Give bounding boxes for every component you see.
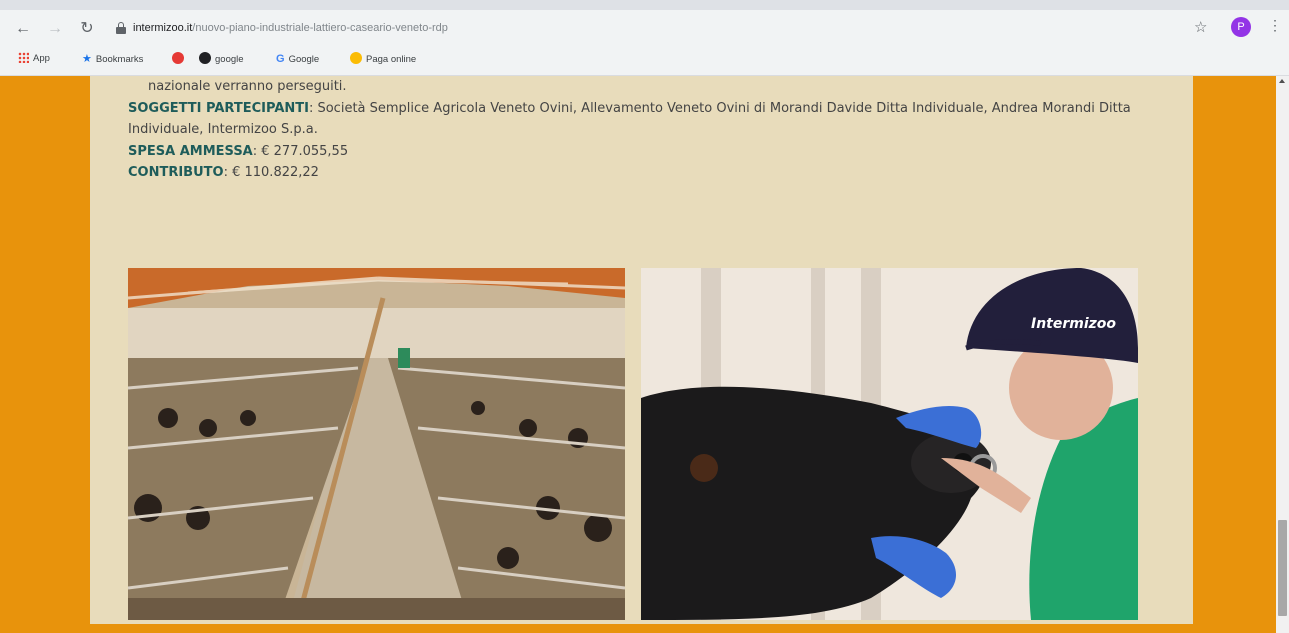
star-icon: ★ — [82, 53, 92, 65]
forward-icon[interactable]: → — [44, 18, 66, 40]
bookmark-label: google — [215, 54, 244, 65]
bookmark-star-icon[interactable]: ☆ — [1194, 18, 1207, 36]
scroll-thumb[interactable] — [1278, 520, 1287, 616]
article-text: nazionale verranno perseguiti. SOGGETTI … — [128, 76, 1178, 184]
contributo: CONTRIBUTO: € 110.822,22 — [128, 162, 1178, 184]
url-path: /nuovo-piano-industriale-lattiero-casear… — [192, 22, 448, 34]
bookmark-label: Bookmarks — [95, 54, 144, 65]
article-content: nazionale verranno perseguiti. SOGGETTI … — [90, 76, 1193, 624]
barn-photo — [128, 268, 625, 620]
paga-online-icon — [350, 52, 362, 64]
spesa-label: SPESA AMMESSA — [128, 143, 253, 159]
back-icon[interactable]: ← — [12, 18, 34, 40]
bookmark-apps[interactable]: App — [18, 52, 50, 66]
reload-icon[interactable]: ↻ — [76, 18, 98, 40]
address-bar[interactable]: intermizoo.it/nuovo-piano-industriale-la… — [108, 16, 1174, 42]
scroll-up-arrow-icon[interactable] — [1279, 79, 1285, 83]
bookmark-paga-online[interactable]: Paga online — [350, 52, 416, 66]
apps-grid-icon — [18, 52, 29, 63]
bookmark-label: Paga online — [366, 54, 417, 65]
lock-icon — [116, 22, 126, 34]
bookmarks-bar: App ★ Bookmarks google G Google Paga onlin… — [0, 48, 1289, 70]
bookmark-google-lower[interactable]: google — [199, 52, 244, 66]
menu-kebab-icon[interactable]: ⋮ — [1268, 17, 1282, 34]
bookmark-label: App — [33, 53, 50, 64]
tab-strip — [0, 0, 1289, 10]
url-text[interactable]: intermizoo.it/nuovo-piano-industriale-la… — [133, 22, 448, 34]
soggetti-label: SOGGETTI PARTECIPANTI — [128, 100, 309, 116]
bookmark-google[interactable]: G Google — [276, 52, 319, 66]
bull-handler-photo: Intermizoo — [641, 268, 1138, 620]
url-domain: intermizoo.it — [133, 22, 193, 34]
profile-avatar[interactable]: P — [1231, 17, 1251, 37]
bookmark-label: Google — [288, 54, 320, 65]
browser-chrome: ← → ↻ intermizoo.it/nuovo-piano-industri… — [0, 0, 1289, 76]
bookmark-bookmarks[interactable]: ★ Bookmarks — [82, 52, 143, 66]
bookmark-red[interactable] — [172, 52, 188, 66]
cap-logo: Intermizoo — [1031, 316, 1116, 332]
spesa-ammessa: SPESA AMMESSA: € 277.055,55 — [128, 141, 1178, 163]
soggetti-partecipanti: SOGGETTI PARTECIPANTI: Società Semplice … — [128, 98, 1178, 141]
browser-toolbar: ← → ↻ intermizoo.it/nuovo-piano-industri… — [0, 10, 1289, 48]
google-g-icon: G — [276, 53, 285, 65]
partial-line: nazionale verranno perseguiti. — [148, 79, 347, 94]
page-scrollbar[interactable] — [1276, 76, 1289, 633]
contributo-value: : € 110.822,22 — [223, 165, 319, 180]
content-bottom-edge — [90, 624, 1193, 633]
contributo-label: CONTRIBUTO — [128, 165, 224, 180]
spesa-value: : € 277.055,55 — [252, 143, 349, 159]
globe-icon — [199, 52, 211, 64]
page-background: nazionale verranno perseguiti. SOGGETTI … — [0, 76, 1289, 633]
red-circle-icon — [172, 52, 184, 64]
